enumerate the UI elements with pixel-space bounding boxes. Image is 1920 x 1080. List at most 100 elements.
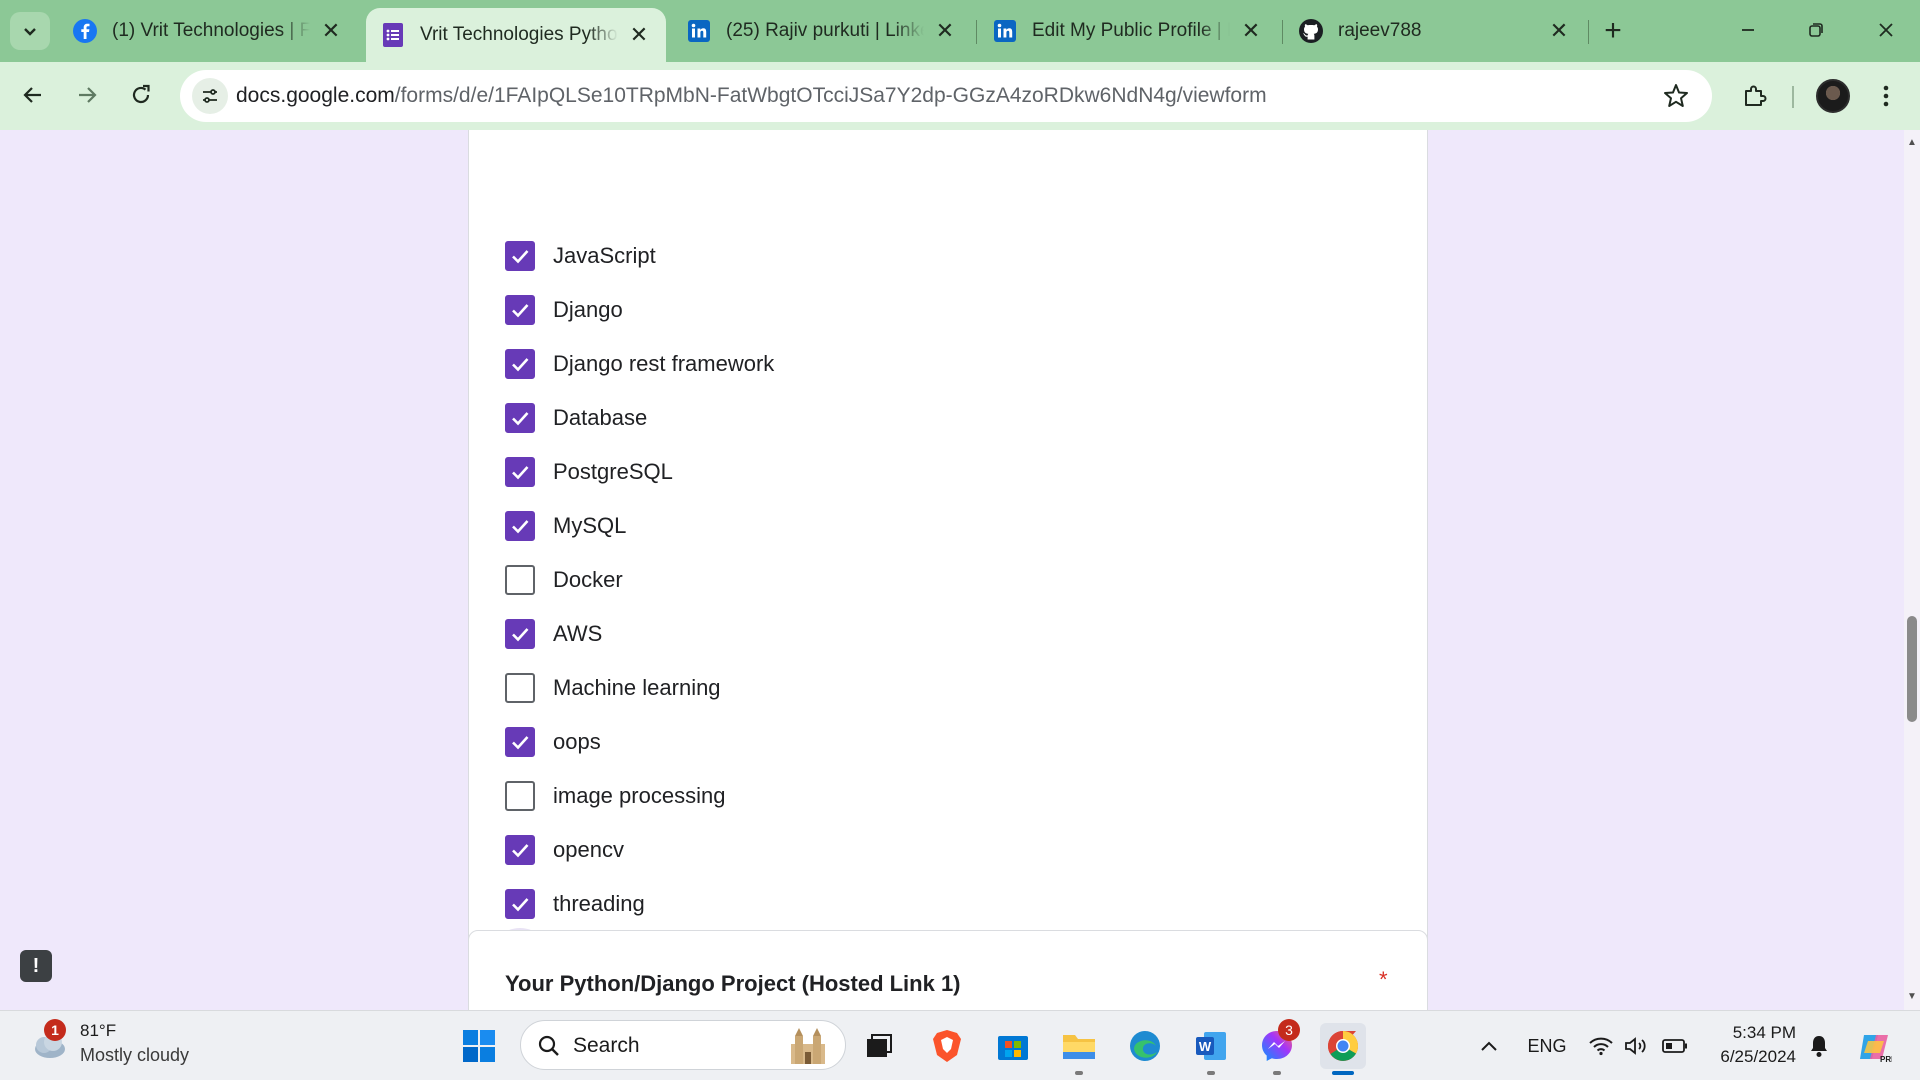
checkbox-option[interactable]: PostgreSQL: [505, 452, 673, 492]
close-icon[interactable]: ✕: [1546, 18, 1572, 44]
address-bar[interactable]: docs.google.com/forms/d/e/1FAIpQLSe10TRp…: [180, 70, 1712, 122]
checkmark-icon: [512, 628, 529, 642]
close-icon[interactable]: ✕: [1238, 18, 1264, 44]
checkbox-label: oops: [553, 729, 601, 754]
back-button[interactable]: [12, 74, 54, 116]
checkbox-option[interactable]: Django rest framework: [505, 344, 774, 384]
copilot-icon[interactable]: PRE: [1854, 1027, 1894, 1067]
checkbox-label: image processing: [553, 783, 726, 808]
scroll-down-arrow-icon[interactable]: ▼: [1907, 992, 1917, 1002]
scrollbar-thumb[interactable]: [1907, 616, 1917, 722]
tab-github[interactable]: rajeev788 ✕: [1284, 8, 1586, 54]
chrome-app[interactable]: [1320, 1023, 1366, 1075]
tab-separator: [1588, 20, 1589, 44]
checkbox-option[interactable]: JavaScript: [505, 236, 656, 276]
site-settings-icon[interactable]: [192, 78, 228, 114]
start-button[interactable]: [456, 1023, 502, 1069]
checkbox-checked[interactable]: [505, 619, 535, 649]
messenger-badge: 3: [1278, 1019, 1300, 1041]
checkbox-checked[interactable]: [505, 835, 535, 865]
wifi-icon[interactable]: [1586, 1033, 1616, 1059]
notification-bell-icon[interactable]: [1806, 1033, 1832, 1059]
checkbox-checked[interactable]: [505, 457, 535, 487]
browser-menu-button[interactable]: [1866, 76, 1906, 116]
checkbox-checked[interactable]: [505, 295, 535, 325]
checkbox-option[interactable]: Database: [505, 398, 647, 438]
checkbox-option[interactable]: Django: [505, 290, 623, 330]
checkbox-option[interactable]: Docker: [505, 560, 623, 600]
checkbox-unchecked[interactable]: [505, 565, 535, 595]
report-feedback-button[interactable]: !: [20, 950, 52, 982]
brave-icon: [933, 1030, 961, 1062]
tab-linkedin-profile[interactable]: (25) Rajiv purkuti | Linked ✕: [672, 8, 972, 54]
tab-google-forms[interactable]: Vrit Technologies Python ✕: [366, 8, 666, 62]
checkbox-checked[interactable]: [505, 349, 535, 379]
new-tab-button[interactable]: +: [1596, 14, 1630, 48]
bookmark-star-icon[interactable]: [1662, 82, 1690, 110]
taskbar-search[interactable]: Search: [520, 1020, 846, 1070]
checkbox-option[interactable]: AWS: [505, 614, 602, 654]
checkbox-unchecked[interactable]: [505, 781, 535, 811]
profile-avatar[interactable]: [1816, 79, 1850, 113]
checkbox-option[interactable]: image processing: [505, 776, 725, 816]
url-path: /forms/d/e/1FAIpQLSe10TRpMbN-FatWbgtOTcc…: [394, 84, 1267, 107]
weather-widget[interactable]: 1 81°F Mostly cloudy: [26, 1019, 189, 1067]
checkbox-checked[interactable]: [505, 403, 535, 433]
restore-button[interactable]: [1796, 12, 1836, 48]
language-indicator[interactable]: ENG: [1524, 1033, 1570, 1059]
volume-icon[interactable]: [1622, 1033, 1652, 1059]
window-close-button[interactable]: [1866, 12, 1906, 48]
checkmark-icon: [512, 250, 529, 264]
minimize-icon: [1742, 29, 1754, 31]
checkbox-option[interactable]: oops: [505, 722, 601, 762]
close-icon[interactable]: ✕: [932, 18, 958, 44]
microsoft-store-app[interactable]: [990, 1023, 1036, 1069]
chevron-up-icon: [1481, 1041, 1497, 1051]
url-text[interactable]: docs.google.com/forms/d/e/1FAIpQLSe10TRp…: [236, 84, 1267, 108]
show-hidden-icons-button[interactable]: [1476, 1033, 1502, 1059]
tab-linkedin-edit[interactable]: Edit My Public Profile | Li ✕: [978, 8, 1278, 54]
checkbox-label: Django: [553, 297, 623, 322]
word-app[interactable]: W: [1188, 1023, 1234, 1075]
checkbox-option[interactable]: MySQL: [505, 506, 626, 546]
search-highlight-illustration-icon: [791, 1028, 825, 1064]
checkbox-option[interactable]: Machine learning: [505, 668, 721, 708]
chevron-down-icon: [24, 28, 36, 36]
chrome-icon: [1327, 1031, 1359, 1061]
tab-search-button[interactable]: [10, 12, 50, 50]
reload-button[interactable]: [120, 74, 162, 116]
page-scrollbar[interactable]: ▲ ▼: [1904, 130, 1920, 1010]
checkbox-unchecked[interactable]: [505, 673, 535, 703]
close-icon[interactable]: ✕: [626, 22, 652, 48]
checkbox-label: threading: [553, 891, 645, 916]
search-icon: [538, 1035, 559, 1056]
exclamation-icon: !: [32, 954, 40, 977]
checkbox-option[interactable]: opencv: [505, 830, 624, 870]
arrow-left-icon: [23, 87, 41, 103]
brave-app[interactable]: [924, 1023, 970, 1069]
checkbox-checked[interactable]: [505, 511, 535, 541]
close-icon: [1879, 23, 1893, 37]
checkbox-checked[interactable]: [505, 727, 535, 757]
close-icon[interactable]: ✕: [318, 18, 344, 44]
file-explorer-app[interactable]: [1056, 1023, 1102, 1075]
extensions-button[interactable]: [1734, 76, 1774, 116]
checkbox-label: Machine learning: [553, 675, 721, 700]
checkbox-label: Database: [553, 405, 648, 430]
edge-app[interactable]: [1122, 1023, 1168, 1069]
system-clock[interactable]: 5:34 PM 6/25/2024: [1704, 1021, 1796, 1069]
checkmark-icon: [512, 304, 529, 318]
checkbox-checked[interactable]: [505, 241, 535, 271]
cloud-icon: 1: [26, 1019, 70, 1065]
forward-button[interactable]: [66, 74, 108, 116]
checkbox-option[interactable]: threading: [505, 884, 645, 924]
minimize-button[interactable]: [1728, 12, 1768, 48]
battery-icon[interactable]: [1660, 1033, 1690, 1059]
puzzle-icon: [1745, 85, 1767, 106]
checkbox-label: MySQL: [553, 513, 627, 538]
checkbox-checked[interactable]: [505, 889, 535, 919]
scroll-up-arrow-icon[interactable]: ▲: [1907, 138, 1917, 148]
tab-facebook[interactable]: (1) Vrit Technologies | Fac ✕: [58, 8, 358, 54]
messenger-app[interactable]: 3: [1254, 1019, 1300, 1075]
task-view-button[interactable]: [856, 1023, 902, 1069]
